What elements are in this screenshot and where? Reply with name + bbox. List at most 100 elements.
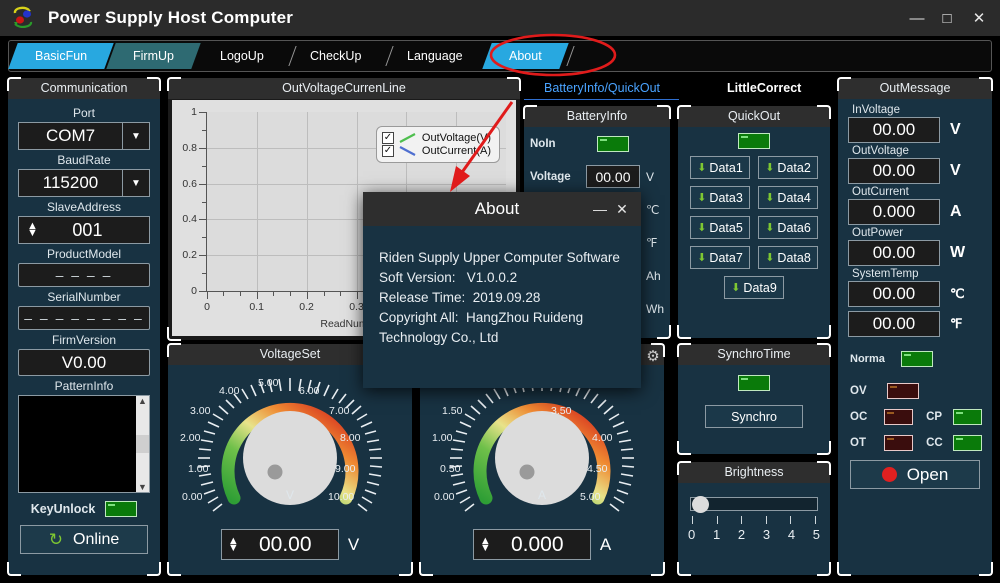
about-close-button[interactable]: ✕ bbox=[613, 201, 631, 218]
systemtemp-celsius-row: 00.00 ℃ bbox=[848, 281, 982, 307]
outpower-row: 00.00 W bbox=[848, 240, 982, 266]
quickout-button-data6[interactable]: ⬇ Data6 bbox=[758, 216, 818, 239]
scrollbar-thumb[interactable] bbox=[136, 435, 149, 453]
about-minimize-button[interactable]: — bbox=[591, 201, 609, 218]
open-button-label: Open bbox=[906, 464, 949, 484]
legend-item-outcurrent[interactable]: ✓ OutCurrent(A) bbox=[381, 145, 491, 157]
online-button[interactable]: ↻ Online bbox=[20, 525, 148, 554]
brightness-slider-knob[interactable] bbox=[692, 496, 709, 513]
brightness-panel: Brightness 0 1 2 3 4 5 bbox=[677, 461, 831, 576]
tab-firmup[interactable]: FirmUp bbox=[106, 43, 201, 69]
scroll-down-icon[interactable]: ▼ bbox=[138, 482, 147, 492]
voltage-gauge[interactable]: 0.00 1.00 2.00 3.00 4.00 5.00 6.00 7.00 … bbox=[168, 365, 412, 525]
quickout-button-label: Data6 bbox=[777, 220, 811, 235]
chart-legend[interactable]: ✓ OutVoltage(V) ✓ OutCurrent(A) bbox=[375, 126, 500, 163]
batteryinfo-voltage-row: Voltage 00.00 V bbox=[524, 160, 670, 193]
ot-indicator bbox=[884, 435, 914, 451]
slaveaddress-value: 001 bbox=[72, 219, 103, 240]
spinner-arrows-icon[interactable]: ▲ ▼ bbox=[228, 535, 239, 553]
port-combobox[interactable]: COM7 ▼ bbox=[18, 122, 150, 150]
patterninfo-scrollbar[interactable]: ▲ ▼ bbox=[136, 396, 149, 492]
chart-title: OutVoltageCurrenLine bbox=[168, 78, 520, 99]
quickout-button-data8[interactable]: ⬇ Data8 bbox=[758, 246, 818, 269]
maximize-button[interactable]: □ bbox=[932, 0, 962, 36]
outvoltage-label: OutVoltage bbox=[852, 145, 909, 157]
about-line-product: Riden Supply Upper Computer Software bbox=[379, 250, 620, 265]
section-title-littlecorrect[interactable]: LittleCorrect bbox=[727, 81, 801, 95]
tab-logoup[interactable]: LogoUp bbox=[193, 43, 290, 69]
brightness-tick-5: 5 bbox=[812, 527, 820, 542]
tab-language[interactable]: Language bbox=[381, 43, 490, 69]
current-value-row: ▲ ▼ 0.000 A bbox=[420, 529, 664, 560]
legend-checkbox[interactable]: ✓ bbox=[381, 132, 394, 144]
patterninfo-textarea[interactable]: ▲ ▼ bbox=[18, 395, 150, 493]
slaveaddress-stepper[interactable]: ▲ ▼ 001 bbox=[18, 216, 150, 244]
cc-indicator bbox=[953, 435, 982, 451]
chevron-down-icon[interactable]: ▼ bbox=[122, 122, 150, 150]
legend-checkbox[interactable]: ✓ bbox=[381, 145, 394, 157]
involtage-unit: V bbox=[950, 121, 961, 138]
scroll-up-icon[interactable]: ▲ bbox=[138, 396, 147, 406]
tab-language-label: Language bbox=[407, 49, 463, 63]
quickout-button-label: Data7 bbox=[709, 250, 743, 265]
download-icon: ⬇ bbox=[697, 162, 707, 174]
battery-unit-wh: Wh bbox=[646, 301, 664, 316]
close-button[interactable]: ✕ bbox=[962, 0, 996, 36]
chevron-down-icon[interactable]: ▼ bbox=[122, 169, 150, 197]
about-dialog-body: Riden Supply Upper Computer Software Sof… bbox=[363, 226, 641, 348]
current-gauge[interactable]: 0.00 0.50 1.00 1.50 3.50 4.00 4.50 5.00 … bbox=[420, 365, 664, 525]
port-label: Port bbox=[72, 106, 95, 120]
baudrate-value: 115200 bbox=[18, 169, 122, 197]
tab-basicfun[interactable]: BasicFun bbox=[8, 43, 114, 69]
gauge-tick-label-2: 2.00 bbox=[180, 432, 201, 444]
voltage-stepper[interactable]: ▲ ▼ 00.00 bbox=[220, 529, 339, 560]
legend-item-outvoltage[interactable]: ✓ OutVoltage(V) bbox=[381, 132, 491, 144]
quickout-button-data4[interactable]: ⬇ Data4 bbox=[758, 186, 818, 209]
tab-about[interactable]: About bbox=[482, 43, 569, 69]
voltage-gauge-unit: V bbox=[285, 488, 295, 502]
application-window: Power Supply Host Computer — □ ✕ BasicFu… bbox=[0, 0, 1000, 583]
section-underline bbox=[524, 99, 679, 100]
gear-icon[interactable]: ⚙ bbox=[644, 348, 662, 366]
tab-basicfun-label: BasicFun bbox=[35, 49, 88, 63]
baudrate-combobox[interactable]: 115200 ▼ bbox=[18, 169, 150, 197]
outcurrent-label: OutCurrent bbox=[852, 186, 909, 198]
open-button[interactable]: Open bbox=[850, 460, 980, 489]
section-title-batteryinfo-quickout[interactable]: BatteryInfo/QuickOut bbox=[524, 81, 679, 100]
quickout-button-data2[interactable]: ⬇ Data2 bbox=[758, 156, 818, 179]
quickout-button-grid: ⬇ Data1 ⬇ Data2 ⬇ Data3 ⬇ Data4 ⬇ Data5 ⬇ Data… bbox=[678, 149, 830, 299]
ov-label: OV bbox=[850, 385, 867, 397]
gauge-tick-label-8: 8.00 bbox=[340, 432, 361, 444]
battery-voltage-value: 00.00 bbox=[586, 165, 640, 188]
download-icon: ⬇ bbox=[765, 222, 775, 234]
outmessage-panel: OutMessage InVoltage 00.00 V OutVoltage … bbox=[837, 77, 993, 576]
y-tick-label: 0.2 bbox=[182, 249, 197, 262]
current-stepper[interactable]: ▲ ▼ 0.000 bbox=[472, 529, 591, 560]
tab-checkup[interactable]: CheckUp bbox=[283, 43, 388, 69]
quickout-button-data3[interactable]: ⬇ Data3 bbox=[690, 186, 750, 209]
spinner-arrows-icon[interactable]: ▲ ▼ bbox=[27, 221, 38, 239]
quickout-button-data7[interactable]: ⬇ Data7 bbox=[690, 246, 750, 269]
current-value: 0.000 bbox=[510, 532, 564, 556]
voltage-value-row: ▲ ▼ 00.00 V bbox=[168, 529, 412, 560]
outpower-unit: W bbox=[950, 244, 966, 261]
quickout-button-data9[interactable]: ⬇ Data9 bbox=[724, 276, 784, 299]
ot-label: OT bbox=[850, 437, 866, 449]
noin-label: NoIn bbox=[530, 137, 556, 150]
current-unit-label: A bbox=[599, 534, 612, 554]
quickout-button-data1[interactable]: ⬇ Data1 bbox=[690, 156, 750, 179]
y-tick-label: 0 bbox=[191, 285, 197, 297]
batteryinfo-title: BatteryInfo bbox=[524, 106, 670, 127]
minimize-button[interactable]: — bbox=[902, 0, 932, 36]
involtage-row: 00.00 V bbox=[848, 117, 982, 143]
quickout-button-data5[interactable]: ⬇ Data5 bbox=[690, 216, 750, 239]
brightness-slider[interactable] bbox=[690, 496, 818, 513]
synchro-button[interactable]: Synchro bbox=[705, 405, 803, 428]
synchrotime-title: SynchroTime bbox=[678, 344, 830, 365]
y-tick-label: 0.4 bbox=[182, 213, 197, 226]
spinner-arrows-icon[interactable]: ▲ ▼ bbox=[480, 535, 491, 553]
battery-voltage-label: Voltage bbox=[530, 170, 571, 183]
tab-firmup-label: FirmUp bbox=[133, 49, 175, 63]
brightness-tick-labels: 0 1 2 3 4 5 bbox=[688, 527, 820, 542]
involtage-label: InVoltage bbox=[852, 104, 900, 116]
